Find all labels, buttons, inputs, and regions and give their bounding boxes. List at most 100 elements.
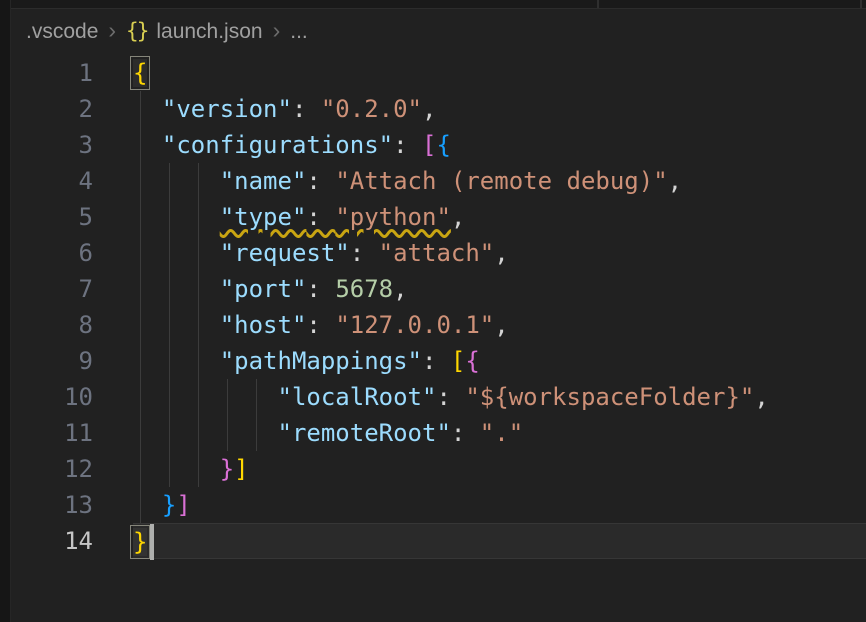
code-text: "request": "attach", — [133, 235, 866, 271]
tab-divider — [597, 0, 599, 8]
code-token — [133, 203, 220, 231]
code-line[interactable]: 7 "port": 5678, — [10, 271, 866, 307]
code-token — [133, 131, 162, 159]
code-token: { — [465, 347, 479, 375]
code-token: "request" — [220, 239, 350, 267]
breadcrumb-folder[interactable]: .vscode — [26, 20, 98, 44]
left-edge-strip — [0, 0, 11, 622]
line-number[interactable]: 7 — [10, 271, 93, 307]
code-text: { — [133, 55, 866, 91]
tab-divider — [860, 0, 862, 8]
code-token: , — [393, 275, 407, 303]
code-lines: 1{2 "version": "0.2.0",3 "configurations… — [10, 55, 866, 559]
code-token: "host" — [220, 311, 307, 339]
code-token: "pathMappings" — [220, 347, 422, 375]
code-line[interactable]: 8 "host": "127.0.0.1", — [10, 307, 866, 343]
code-token: , — [754, 383, 768, 411]
code-token: "name" — [220, 167, 307, 195]
code-line[interactable]: 1{ — [10, 55, 866, 91]
code-token: "." — [480, 419, 523, 447]
code-line[interactable]: 14} — [10, 523, 866, 559]
code-token: "attach" — [379, 239, 495, 267]
line-number[interactable]: 2 — [10, 91, 93, 127]
code-token: "version" — [162, 95, 292, 123]
line-number[interactable]: 10 — [10, 379, 93, 415]
code-token — [133, 455, 220, 483]
code-token: : — [350, 239, 379, 267]
line-number[interactable]: 3 — [10, 127, 93, 163]
code-text: "remoteRoot": "." — [133, 415, 866, 451]
code-line[interactable]: 11 "remoteRoot": "." — [10, 415, 866, 451]
code-token — [133, 95, 162, 123]
code-token: : — [306, 203, 335, 231]
code-token: , — [422, 95, 436, 123]
text-cursor — [150, 524, 154, 560]
code-token: : — [451, 419, 480, 447]
code-line[interactable]: 2 "version": "0.2.0", — [10, 91, 866, 127]
breadcrumb-file[interactable]: launch.json — [156, 20, 262, 44]
line-number[interactable]: 1 — [10, 55, 93, 91]
vscode-editor-window: .vscode › {} launch.json › ... 1{2 "vers… — [0, 0, 866, 622]
code-token — [133, 167, 220, 195]
code-token — [133, 275, 220, 303]
code-token: ] — [176, 491, 190, 519]
code-token: "Attach (remote debug)" — [335, 167, 667, 195]
code-token: "python" — [335, 203, 451, 231]
code-text: "type": "python", — [133, 199, 866, 235]
line-number[interactable]: 12 — [10, 451, 93, 487]
json-file-icon: {} — [126, 19, 147, 45]
code-token: "port" — [220, 275, 307, 303]
code-token: : — [422, 347, 451, 375]
code-token: , — [494, 239, 508, 267]
line-number[interactable]: 11 — [10, 415, 93, 451]
code-token: "configurations" — [162, 131, 393, 159]
matched-bracket: { — [133, 59, 147, 87]
code-line[interactable]: 4 "name": "Attach (remote debug)", — [10, 163, 866, 199]
code-text: }] — [133, 451, 866, 487]
line-number[interactable]: 4 — [10, 163, 93, 199]
code-token: ] — [234, 455, 248, 483]
code-line[interactable]: 9 "pathMappings": [{ — [10, 343, 866, 379]
code-token: : — [306, 275, 335, 303]
code-token — [133, 491, 162, 519]
tab-bar-edge — [10, 0, 866, 9]
code-line[interactable]: 12 }] — [10, 451, 866, 487]
breadcrumb-symbol-more[interactable]: ... — [290, 20, 308, 44]
code-token: } — [220, 455, 234, 483]
code-token — [133, 347, 220, 375]
code-token: "0.2.0" — [321, 95, 422, 123]
breadcrumb: .vscode › {} launch.json › ... — [10, 9, 866, 55]
code-token: , — [451, 203, 465, 231]
code-token: [ — [451, 347, 465, 375]
code-text: "version": "0.2.0", — [133, 91, 866, 127]
line-number[interactable]: 9 — [10, 343, 93, 379]
line-number[interactable]: 13 — [10, 487, 93, 523]
code-token: "127.0.0.1" — [335, 311, 494, 339]
code-token: , — [494, 311, 508, 339]
code-line[interactable]: 5 "type": "python", — [10, 199, 866, 235]
code-line[interactable]: 3 "configurations": [{ — [10, 127, 866, 163]
code-token: : — [292, 95, 321, 123]
code-token: "localRoot" — [278, 383, 437, 411]
code-text: "pathMappings": [{ — [133, 343, 866, 379]
code-line[interactable]: 10 "localRoot": "${workspaceFolder}", — [10, 379, 866, 415]
code-line[interactable]: 6 "request": "attach", — [10, 235, 866, 271]
code-token — [133, 239, 220, 267]
line-number[interactable]: 14 — [10, 523, 93, 559]
code-line[interactable]: 13 }] — [10, 487, 866, 523]
code-text: "port": 5678, — [133, 271, 866, 307]
chevron-right-icon: › — [272, 19, 282, 45]
code-token: "${workspaceFolder}" — [465, 383, 754, 411]
line-number[interactable]: 6 — [10, 235, 93, 271]
matched-bracket: } — [133, 528, 147, 556]
code-token — [133, 419, 278, 447]
line-number[interactable]: 5 — [10, 199, 93, 235]
code-text: } — [133, 523, 866, 559]
code-token: : — [306, 167, 335, 195]
code-token: 5678 — [335, 275, 393, 303]
code-token — [133, 311, 220, 339]
line-number[interactable]: 8 — [10, 307, 93, 343]
code-text: }] — [133, 487, 866, 523]
code-text: "localRoot": "${workspaceFolder}", — [133, 379, 866, 415]
code-editor[interactable]: 1{2 "version": "0.2.0",3 "configurations… — [10, 55, 866, 622]
